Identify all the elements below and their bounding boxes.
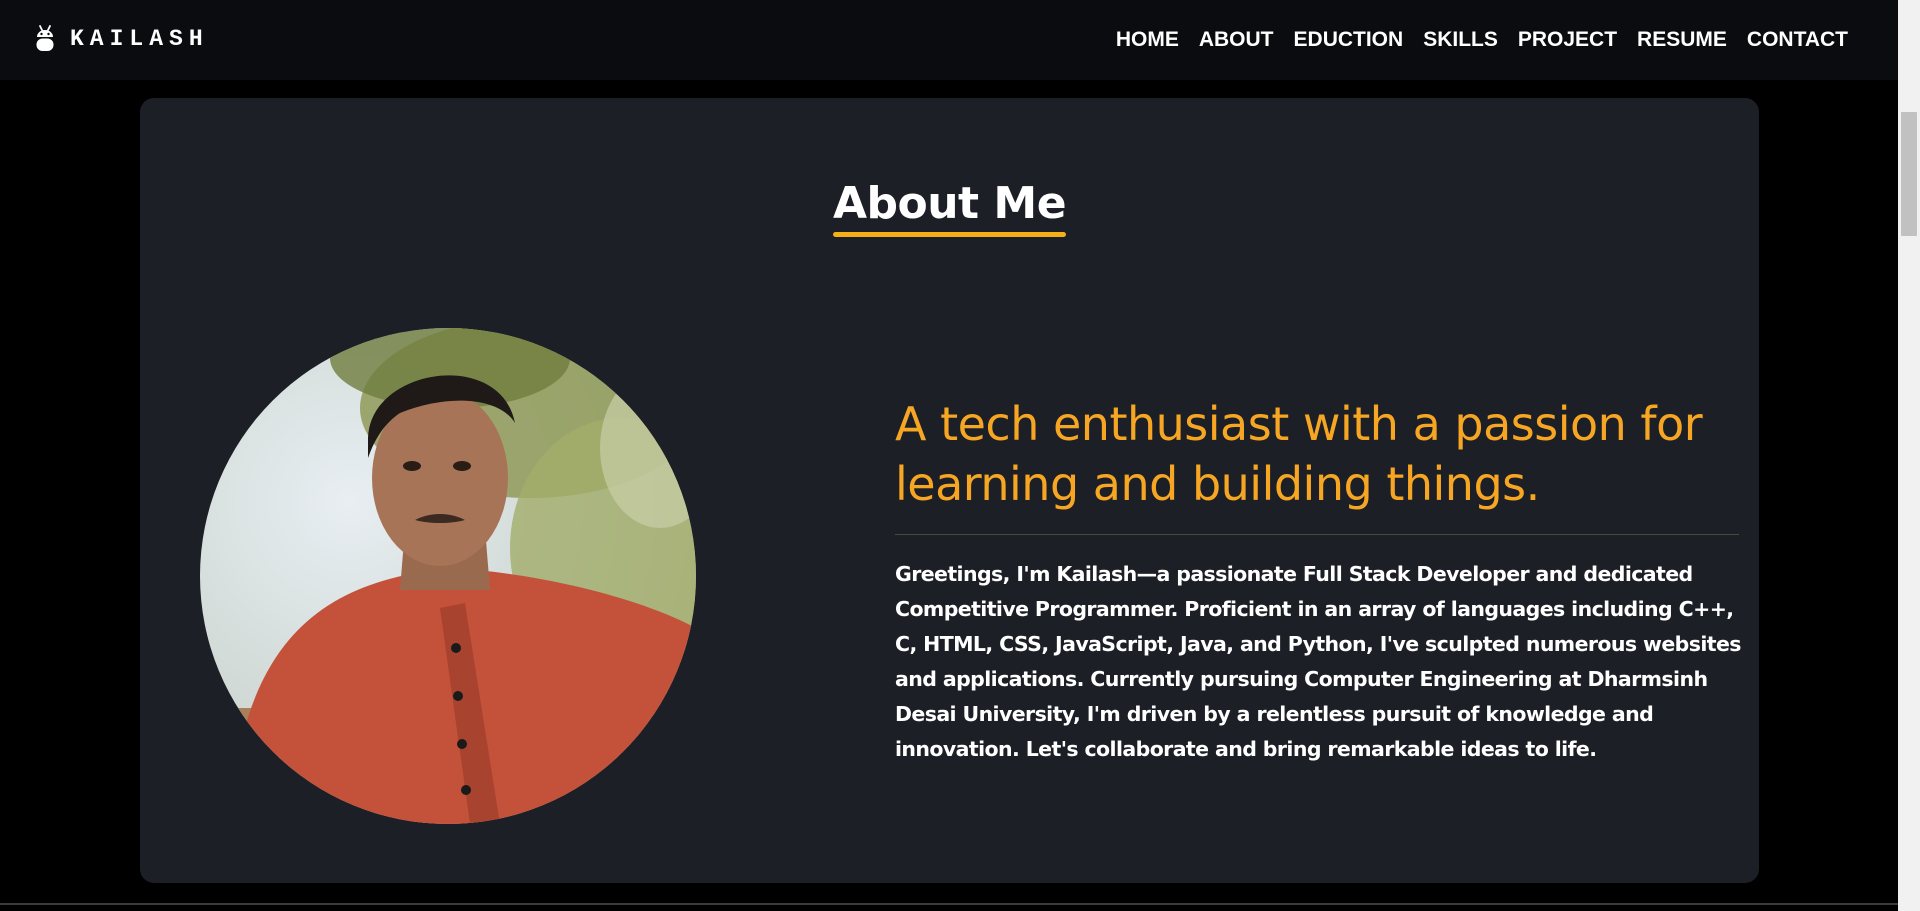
about-section: About Me A tech enthusiast with a passio… xyxy=(140,98,1759,883)
tagline-divider xyxy=(895,534,1739,535)
about-title: About Me xyxy=(832,178,1067,237)
nav-item-resume[interactable]: RESUME xyxy=(1637,28,1727,52)
about-tagline: A tech enthusiast with a passion for lea… xyxy=(895,397,1703,511)
nav-item-education[interactable]: EDUCTION xyxy=(1294,28,1404,52)
navbar: KAILASH HOME ABOUT EDUCTION SKILLS PROJE… xyxy=(0,0,1898,80)
profile-photo-illustration xyxy=(200,328,696,824)
android-robot-icon xyxy=(36,25,54,51)
profile-photo xyxy=(200,328,696,824)
nav-item-home[interactable]: HOME xyxy=(1116,28,1179,52)
brand-logo[interactable]: KAILASH xyxy=(34,24,209,54)
nav-item-contact[interactable]: CONTACT xyxy=(1747,28,1848,52)
nav-item-skills[interactable]: SKILLS xyxy=(1423,28,1498,52)
about-bio: Greetings, I'm Kailash—a passionate Full… xyxy=(895,562,1741,761)
about-title-wrap: About Me xyxy=(140,178,1759,237)
nav-item-project[interactable]: PROJECT xyxy=(1518,28,1617,52)
title-underline xyxy=(832,232,1067,237)
page-bottom-edge xyxy=(0,903,1898,905)
scrollbar-thumb[interactable] xyxy=(1901,112,1917,236)
nav-item-about[interactable]: ABOUT xyxy=(1199,28,1274,52)
about-title-text: About Me xyxy=(832,178,1067,229)
nav-menu: HOME ABOUT EDUCTION SKILLS PROJECT RESUM… xyxy=(1116,0,1848,80)
brand-name: KAILASH xyxy=(70,26,209,52)
